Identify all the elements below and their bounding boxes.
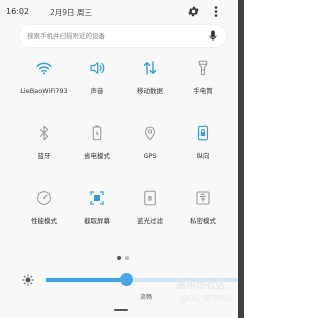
page-indicator [117, 256, 131, 260]
brightness-auto-label[interactable]: 流畅 [140, 292, 152, 301]
performance-icon [37, 191, 51, 205]
brightness-fill [46, 278, 127, 282]
svg-text:B: B [148, 196, 153, 203]
tile-bluetooth[interactable]: 蓝牙 [18, 124, 70, 170]
drag-handle[interactable] [114, 309, 128, 311]
tile-label: 蓝牙 [37, 152, 51, 160]
search-input[interactable] [27, 28, 197, 44]
brightness-icon [22, 274, 34, 286]
watermark: 盖乐世社区 @QQ_BF9PKU [176, 276, 244, 318]
tile-label: 纵向 [196, 152, 210, 160]
tile-label: 声音 [90, 87, 104, 95]
screenshot-icon [90, 191, 104, 205]
status-bar: 16:02 2月9日 周三 [0, 0, 238, 24]
tile-label: 截取屏幕 [84, 217, 110, 225]
watermark-handle: @QQ_BF9PKU [180, 294, 233, 303]
date: 2月9日 周三 [50, 8, 92, 17]
page-dot-active [117, 256, 121, 260]
tile-screenshot[interactable]: 截取屏幕 [71, 189, 123, 235]
tile-label: 私密模式 [190, 217, 216, 225]
brightness-thumb[interactable] [120, 273, 134, 286]
gear-icon[interactable] [187, 5, 200, 18]
wifi-icon [36, 62, 52, 75]
tile-portrait[interactable]: 纵向 [177, 124, 229, 170]
more-vert-icon[interactable] [213, 5, 219, 18]
tile-wifi[interactable]: LieBaoWiFi793 [18, 59, 70, 105]
blue-light-filter-icon: B [144, 190, 156, 206]
tile-battery-saver[interactable]: 省电模式 [71, 124, 123, 170]
page-dot [125, 256, 129, 260]
mic-icon[interactable] [209, 30, 217, 42]
tile-label: 移动数据 [137, 87, 163, 95]
watermark-title: 盖乐世社区 [176, 280, 226, 291]
clock: 16:02 [6, 7, 30, 16]
tile-mobile-data[interactable]: 移动数据 [124, 59, 176, 105]
location-icon [144, 126, 156, 141]
tile-label: 手电筒 [193, 87, 213, 95]
quick-settings-panel: 16:02 2月9日 周三 LieBaoWiFi793 [0, 0, 238, 318]
battery-saver-icon [92, 125, 102, 141]
tile-label: 省电模式 [84, 152, 110, 160]
portrait-lock-icon [197, 125, 209, 141]
tile-gps[interactable]: GPS [124, 124, 176, 170]
search-bar[interactable] [19, 25, 226, 47]
private-mode-icon [196, 191, 210, 205]
tile-sound[interactable]: 声音 [71, 59, 123, 105]
tile-label: LieBaoWiFi793 [20, 87, 68, 95]
flashlight-icon [198, 60, 208, 76]
mobile-data-icon [143, 61, 157, 75]
tile-label: 蓝光过滤 [137, 217, 163, 225]
tile-private-mode[interactable]: 私密模式 [177, 189, 229, 235]
tile-label: GPS [143, 152, 157, 160]
tile-blue-light-filter[interactable]: B 蓝光过滤 [124, 189, 176, 235]
tile-performance[interactable]: 性能模式 [18, 189, 70, 235]
background-app-edge [238, 0, 244, 318]
tile-flashlight[interactable]: 手电筒 [177, 59, 229, 105]
bluetooth-icon [39, 125, 49, 141]
volume-icon [90, 62, 105, 74]
tile-label: 性能模式 [31, 217, 57, 225]
